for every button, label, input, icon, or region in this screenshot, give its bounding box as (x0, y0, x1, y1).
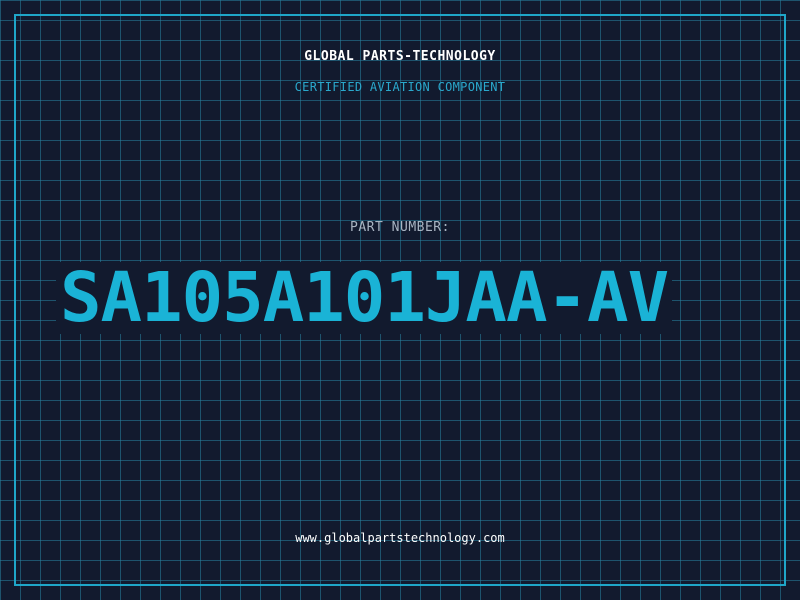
certification-tagline: CERTIFIED AVIATION COMPONENT (294, 80, 506, 94)
company-name: GLOBAL PARTS-TECHNOLOGY (304, 49, 496, 64)
part-number-label: PART NUMBER: (350, 220, 450, 235)
part-number-value: SA105A101JAA-AV (56, 262, 673, 334)
website-url: www.globalpartstechnology.com (295, 531, 505, 545)
